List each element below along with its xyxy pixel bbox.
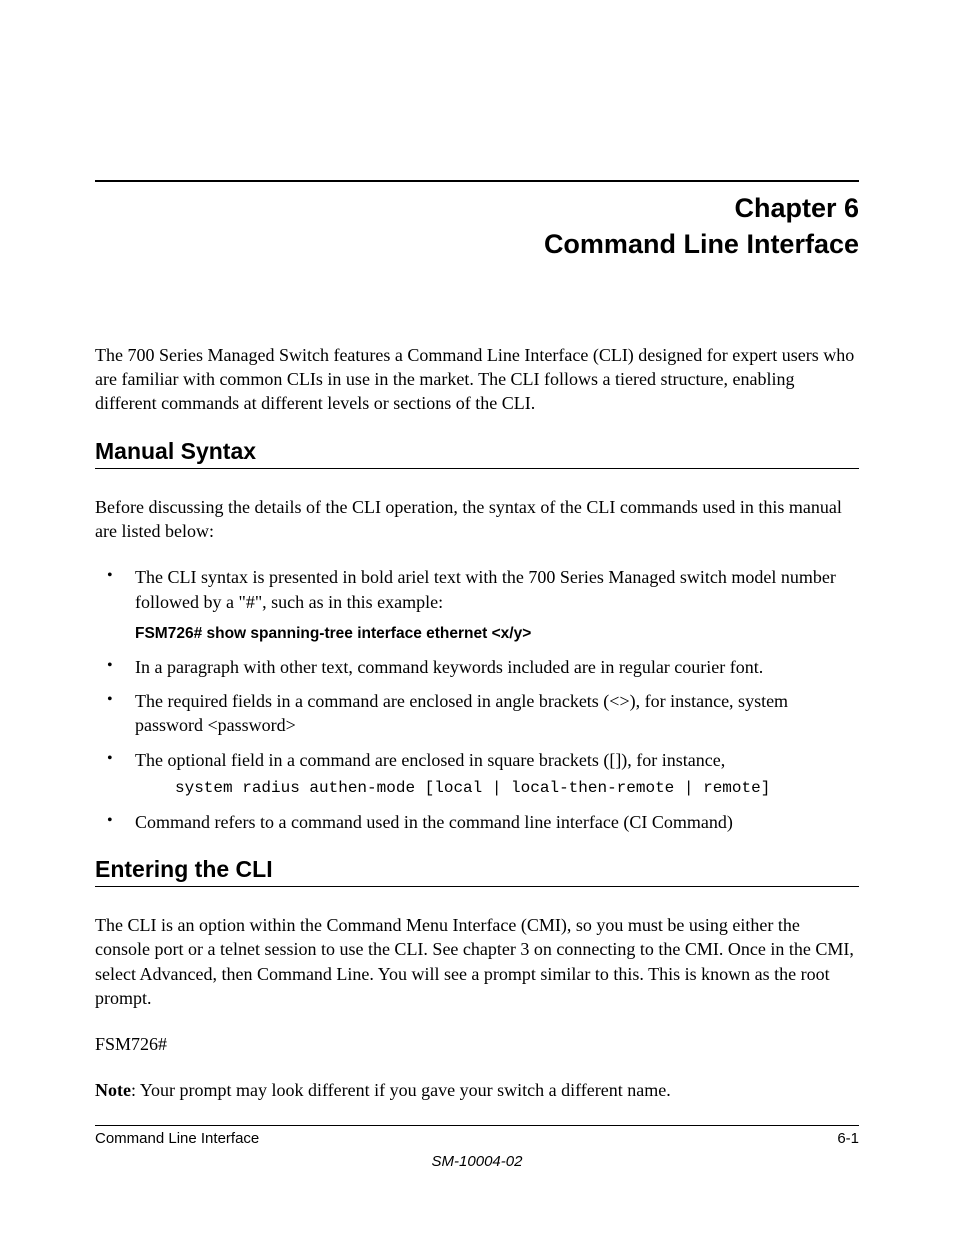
chapter-name: Command Line Interface bbox=[544, 229, 859, 259]
footer-center: SM-10004-02 bbox=[95, 1153, 859, 1170]
top-horizontal-rule bbox=[95, 180, 859, 182]
section1-lead: Before discussing the details of the CLI… bbox=[95, 495, 859, 544]
list-item: The required fields in a command are enc… bbox=[95, 689, 859, 738]
list-item: In a paragraph with other text, command … bbox=[95, 655, 859, 679]
footer-horizontal-rule bbox=[95, 1125, 859, 1126]
note-label: Note bbox=[95, 1080, 131, 1100]
section2-para1: The CLI is an option within the Command … bbox=[95, 913, 859, 1010]
bullet-text: The CLI syntax is presented in bold arie… bbox=[135, 567, 836, 611]
cli-example-mono: system radius authen-mode [local | local… bbox=[175, 778, 859, 800]
list-item: Command refers to a command used in the … bbox=[95, 810, 859, 834]
document-page: Chapter 6 Command Line Interface The 700… bbox=[0, 0, 954, 1235]
note-text: : Your prompt may look different if you … bbox=[131, 1080, 671, 1100]
footer-left: Command Line Interface bbox=[95, 1130, 259, 1147]
cli-example-bold: FSM726# show spanning-tree interface eth… bbox=[135, 624, 859, 645]
bullet-text: The optional field in a command are encl… bbox=[135, 750, 725, 770]
section-heading-manual-syntax: Manual Syntax bbox=[95, 438, 859, 469]
intro-paragraph: The 700 Series Managed Switch features a… bbox=[95, 343, 859, 416]
syntax-bullet-list: The CLI syntax is presented in bold arie… bbox=[95, 565, 859, 834]
footer-right: 6-1 bbox=[837, 1130, 859, 1147]
root-prompt: FSM726# bbox=[95, 1032, 859, 1056]
chapter-title: Chapter 6 Command Line Interface bbox=[95, 190, 859, 263]
chapter-number: Chapter 6 bbox=[734, 193, 859, 223]
list-item: The optional field in a command are encl… bbox=[95, 748, 859, 800]
note-paragraph: Note: Your prompt may look different if … bbox=[95, 1078, 859, 1102]
list-item: The CLI syntax is presented in bold arie… bbox=[95, 565, 859, 645]
section-heading-entering-cli: Entering the CLI bbox=[95, 856, 859, 887]
footer-row: Command Line Interface 6-1 bbox=[95, 1130, 859, 1147]
